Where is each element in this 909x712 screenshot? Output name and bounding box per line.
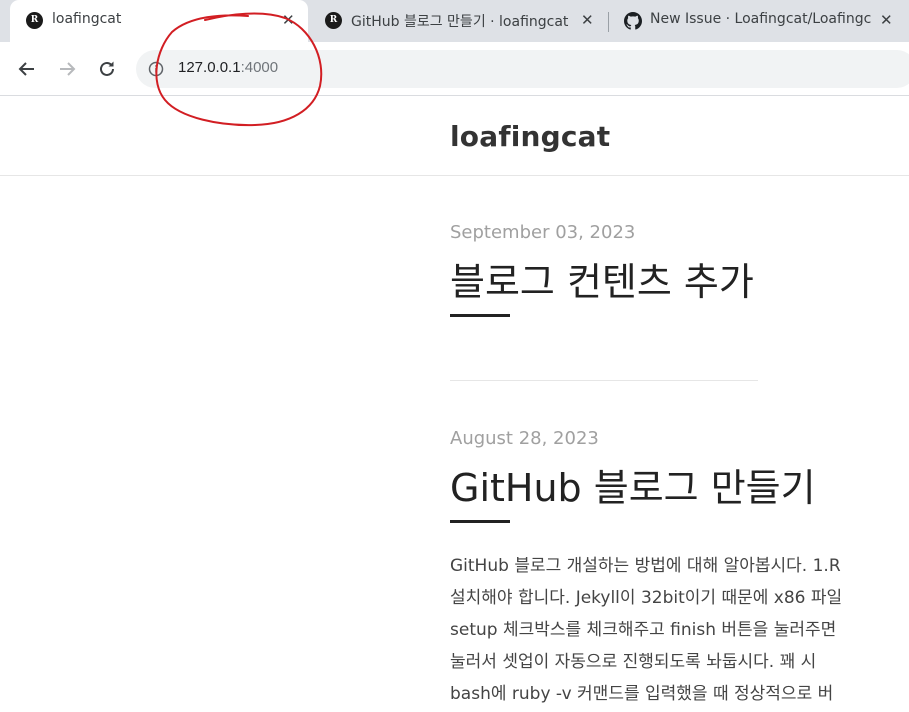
close-tab-icon[interactable]: ✕ bbox=[282, 11, 295, 29]
post-title[interactable]: 블로그 컨텐츠 추가 bbox=[450, 251, 754, 306]
site-header: loafingcat bbox=[0, 96, 909, 176]
post-item: August 28, 2023 GitHub 블로그 만들기 bbox=[450, 428, 816, 523]
url-text[interactable]: 127.0.0.1:4000 bbox=[178, 59, 278, 76]
post-excerpt: GitHub 블로그 개설하는 방법에 대해 알아봅시다. 1.R 설치해야 합… bbox=[450, 550, 909, 710]
url-host: 127.0.0.1 bbox=[178, 59, 241, 76]
post-title[interactable]: GitHub 블로그 만들기 bbox=[450, 457, 816, 512]
close-tab-icon[interactable]: ✕ bbox=[880, 11, 893, 29]
tab-loafingcat[interactable]: R loafingcat ✕ bbox=[10, 0, 308, 42]
post-date: September 03, 2023 bbox=[450, 222, 636, 243]
excerpt-line: 설치해야 합니다. Jekyll이 32bit이기 때문에 x86 파일 bbox=[450, 588, 843, 608]
excerpt-line: setup 체크박스를 체크해주고 finish 버튼을 눌러주면 bbox=[450, 620, 837, 640]
close-tab-icon[interactable]: ✕ bbox=[581, 11, 594, 29]
back-button[interactable] bbox=[13, 55, 41, 83]
arrow-right-icon bbox=[60, 62, 76, 76]
github-icon bbox=[624, 12, 642, 30]
tab-github-blog[interactable]: R GitHub 블로그 만들기 · loafingcat ✕ bbox=[309, 0, 609, 42]
tab-title: GitHub 블로그 만들기 · loafingcat bbox=[351, 14, 569, 30]
tab-title: loafingcat bbox=[52, 11, 122, 27]
arrow-left-icon bbox=[18, 62, 34, 76]
tab-title: New Issue · Loafingcat/Loafingcat bbox=[650, 11, 872, 27]
address-bar[interactable]: 127.0.0.1:4000 bbox=[136, 50, 909, 88]
browser-toolbar: 127.0.0.1:4000 bbox=[0, 42, 909, 96]
post-divider bbox=[450, 380, 758, 381]
tab-strip: R loafingcat ✕ R GitHub 블로그 만들기 · loafin… bbox=[0, 0, 909, 42]
post-item: September 03, 2023 블로그 컨텐츠 추가 bbox=[450, 222, 754, 317]
url-port: :4000 bbox=[240, 59, 279, 76]
post-date: August 28, 2023 bbox=[450, 428, 599, 449]
title-underline bbox=[450, 520, 510, 523]
excerpt-line: 눌러서 셋업이 자동으로 진행되도록 놔둡시다. 꽤 시 bbox=[450, 652, 817, 672]
title-underline bbox=[450, 314, 510, 317]
reload-button[interactable] bbox=[93, 55, 121, 83]
excerpt-line: bash에 ruby -v 커맨드를 입력했을 때 정상적으로 버 bbox=[450, 684, 834, 704]
tab-new-issue[interactable]: New Issue · Loafingcat/Loafingcat ✕ bbox=[608, 0, 909, 42]
loafingcat-favicon-icon: R bbox=[325, 12, 342, 29]
info-icon[interactable] bbox=[148, 61, 164, 77]
forward-button[interactable] bbox=[53, 55, 81, 83]
loafingcat-favicon-icon: R bbox=[26, 12, 43, 29]
site-title[interactable]: loafingcat bbox=[450, 120, 610, 153]
excerpt-line: GitHub 블로그 개설하는 방법에 대해 알아봅시다. 1.R bbox=[450, 556, 841, 576]
reload-icon bbox=[100, 61, 114, 76]
